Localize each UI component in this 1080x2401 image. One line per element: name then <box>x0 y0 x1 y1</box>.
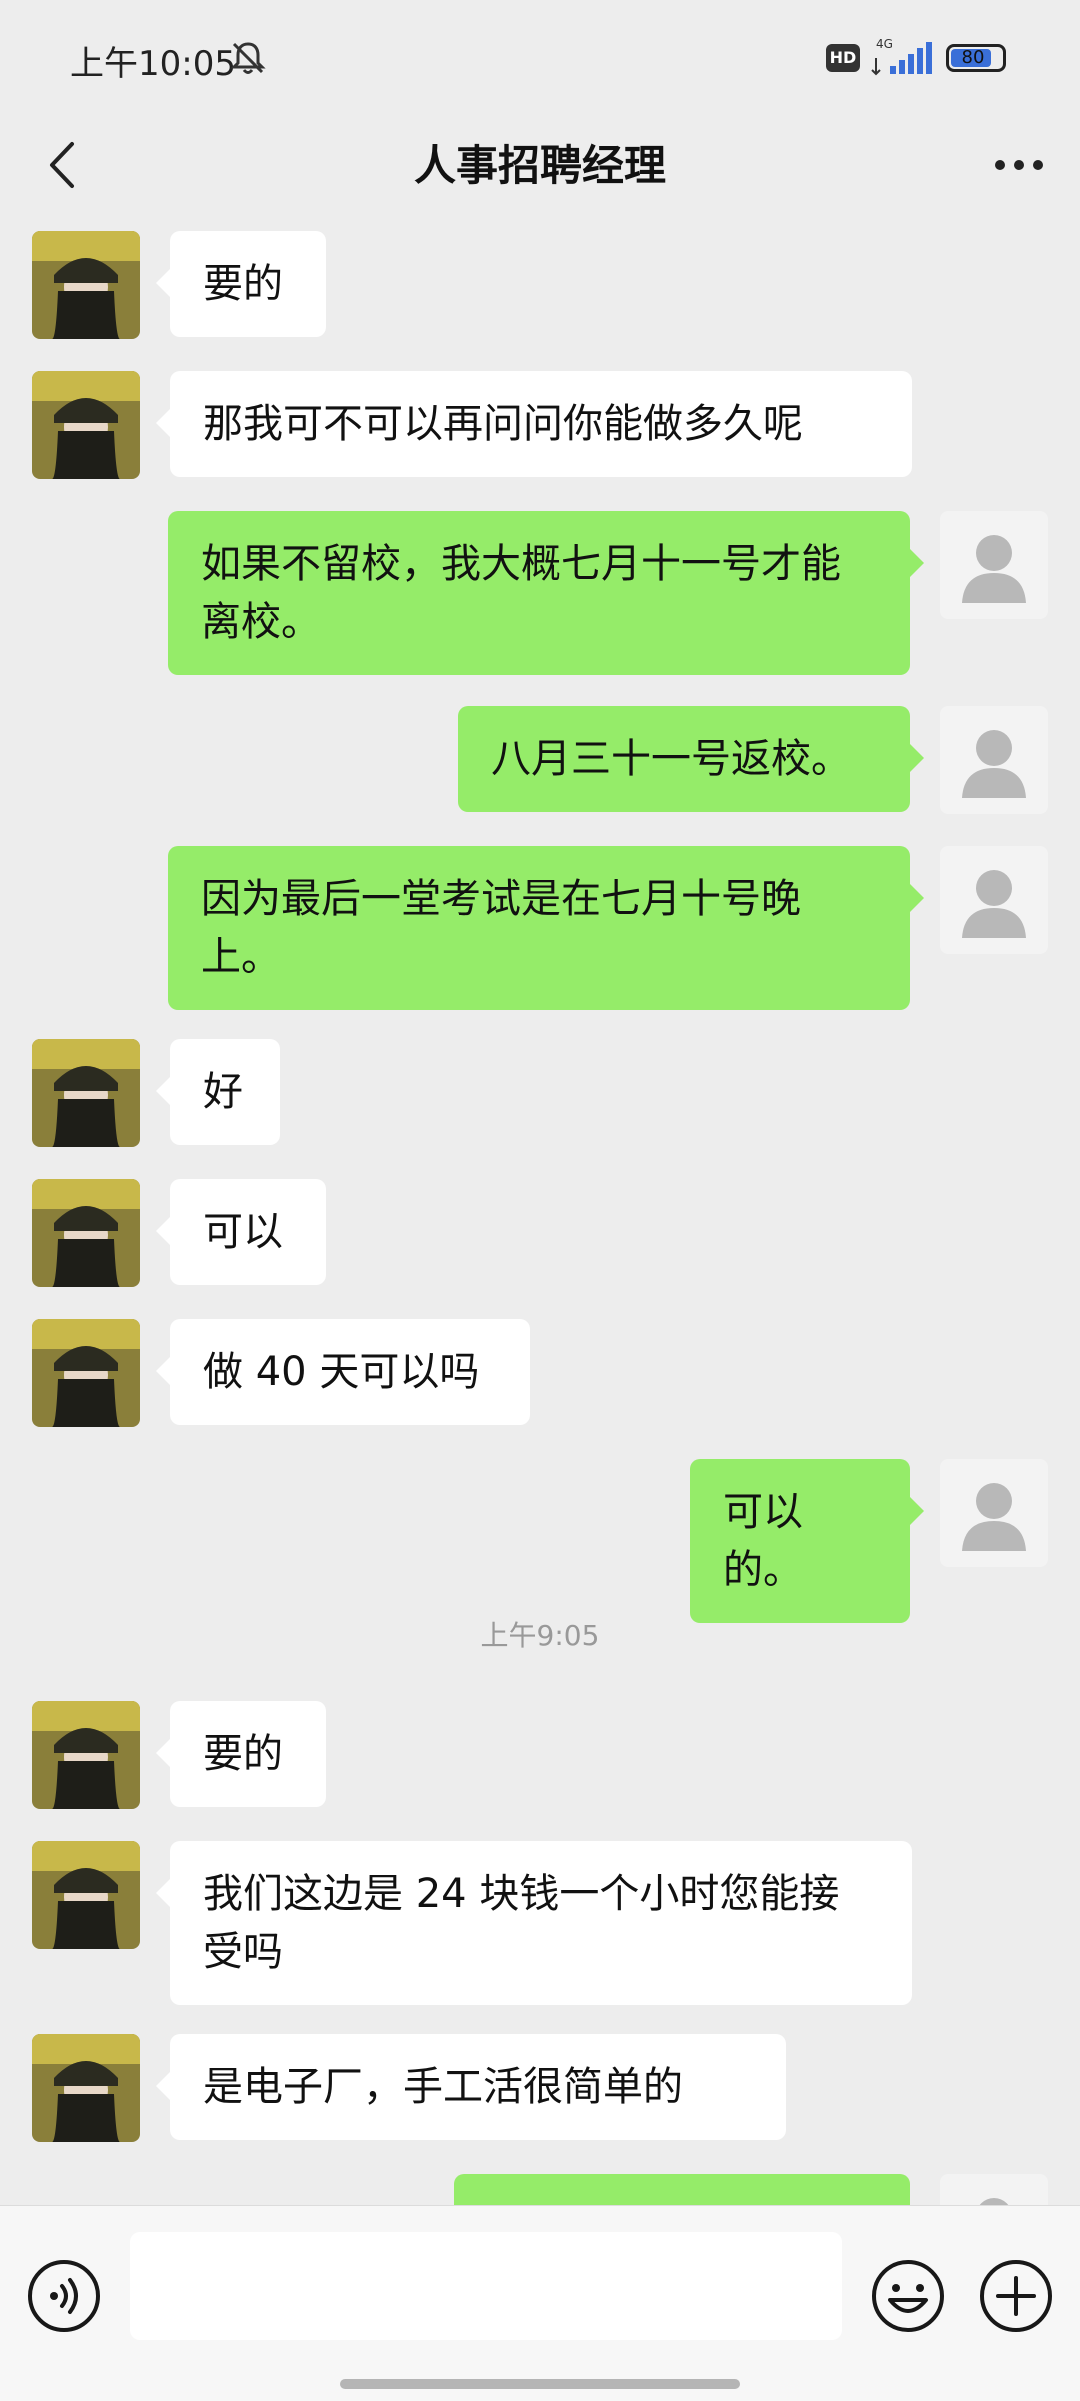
message-text: 好 <box>203 1069 243 1115</box>
timestamp-divider: 上午9:05 <box>480 1619 600 1652</box>
message-bubble-incoming[interactable]: 做 40 天可以吗 <box>156 1319 530 1425</box>
message-bubble-incoming[interactable]: 可以 <box>156 1179 326 1285</box>
contact-avatar[interactable] <box>32 1039 140 1147</box>
more-dots-icon[interactable] <box>984 132 1054 198</box>
message-bubble-outgoing[interactable]: 八月三十一号返校。 <box>458 706 924 812</box>
message-text: 做 40 天可以吗 <box>203 1349 480 1395</box>
message-text: 要的 <box>203 1731 283 1777</box>
message-bubble-incoming[interactable]: 要的 <box>156 1701 326 1807</box>
message-text: 八月三十一号返校。 <box>491 736 851 782</box>
message-bubble-outgoing[interactable] <box>454 2174 910 2205</box>
message-bubble-incoming[interactable]: 要的 <box>156 231 326 337</box>
message-bubble-incoming[interactable]: 是电子厂，手工活很简单的 <box>156 2034 786 2140</box>
chat-message-list[interactable]: 要的 那我可不可以再问问你能做多久呢 如果不留校，我大概七月十一号才能离校。 八… <box>0 220 1080 2205</box>
user-avatar[interactable] <box>940 511 1048 619</box>
message-text: 我们这边是 24 块钱一个小时您能接受吗 <box>203 1871 840 1975</box>
plus-icon[interactable] <box>976 2256 1056 2336</box>
battery-icon: 80 <box>946 44 1006 72</box>
input-bar <box>0 2205 1080 2401</box>
user-avatar[interactable] <box>940 846 1048 954</box>
message-bubble-incoming[interactable]: 那我可不可以再问问你能做多久呢 <box>156 371 912 477</box>
chat-title: 人事招聘经理 <box>413 141 666 190</box>
bell-off-icon <box>230 42 266 74</box>
status-bar: 上午10:05 HD 4G 80 <box>0 0 1080 110</box>
status-time: 上午10:05 <box>70 44 236 84</box>
user-avatar[interactable] <box>940 1459 1048 1567</box>
message-text: 可以 <box>203 1209 283 1255</box>
message-input[interactable] <box>130 2232 842 2340</box>
user-avatar[interactable] <box>940 2174 1048 2205</box>
message-bubble-incoming[interactable]: 好 <box>156 1039 280 1145</box>
emoji-icon[interactable] <box>868 2256 948 2336</box>
message-bubble-outgoing[interactable]: 如果不留校，我大概七月十一号才能离校。 <box>168 511 924 675</box>
contact-avatar[interactable] <box>32 231 140 339</box>
message-text: 如果不留校，我大概七月十一号才能离校。 <box>201 541 841 645</box>
message-text: 要的 <box>203 261 283 307</box>
message-bubble-outgoing[interactable]: 可以的。 <box>690 1459 924 1623</box>
contact-avatar[interactable] <box>32 1179 140 1287</box>
chat-header: 人事招聘经理 <box>0 110 1080 220</box>
message-text: 可以的。 <box>723 1489 803 1593</box>
message-bubble-outgoing[interactable]: 因为最后一堂考试是在七月十号晚上。 <box>168 846 924 1010</box>
message-text: 那我可不可以再问问你能做多久呢 <box>203 401 803 447</box>
home-indicator[interactable] <box>340 2379 740 2389</box>
contact-avatar[interactable] <box>32 2034 140 2142</box>
voice-icon[interactable] <box>24 2256 104 2336</box>
user-avatar[interactable] <box>940 706 1048 814</box>
network-type-label: 4G <box>876 37 893 51</box>
battery-level: 80 <box>961 47 985 68</box>
contact-avatar[interactable] <box>32 371 140 479</box>
message-text: 因为最后一堂考试是在七月十号晚上。 <box>201 876 801 980</box>
message-text: 是电子厂，手工活很简单的 <box>203 2064 683 2110</box>
contact-avatar[interactable] <box>32 1701 140 1809</box>
signal-icon: 4G <box>871 37 932 76</box>
contact-avatar[interactable] <box>32 1319 140 1427</box>
hd-badge: HD <box>826 44 860 72</box>
contact-avatar[interactable] <box>32 1841 140 1949</box>
message-bubble-incoming[interactable]: 我们这边是 24 块钱一个小时您能接受吗 <box>156 1841 912 2005</box>
